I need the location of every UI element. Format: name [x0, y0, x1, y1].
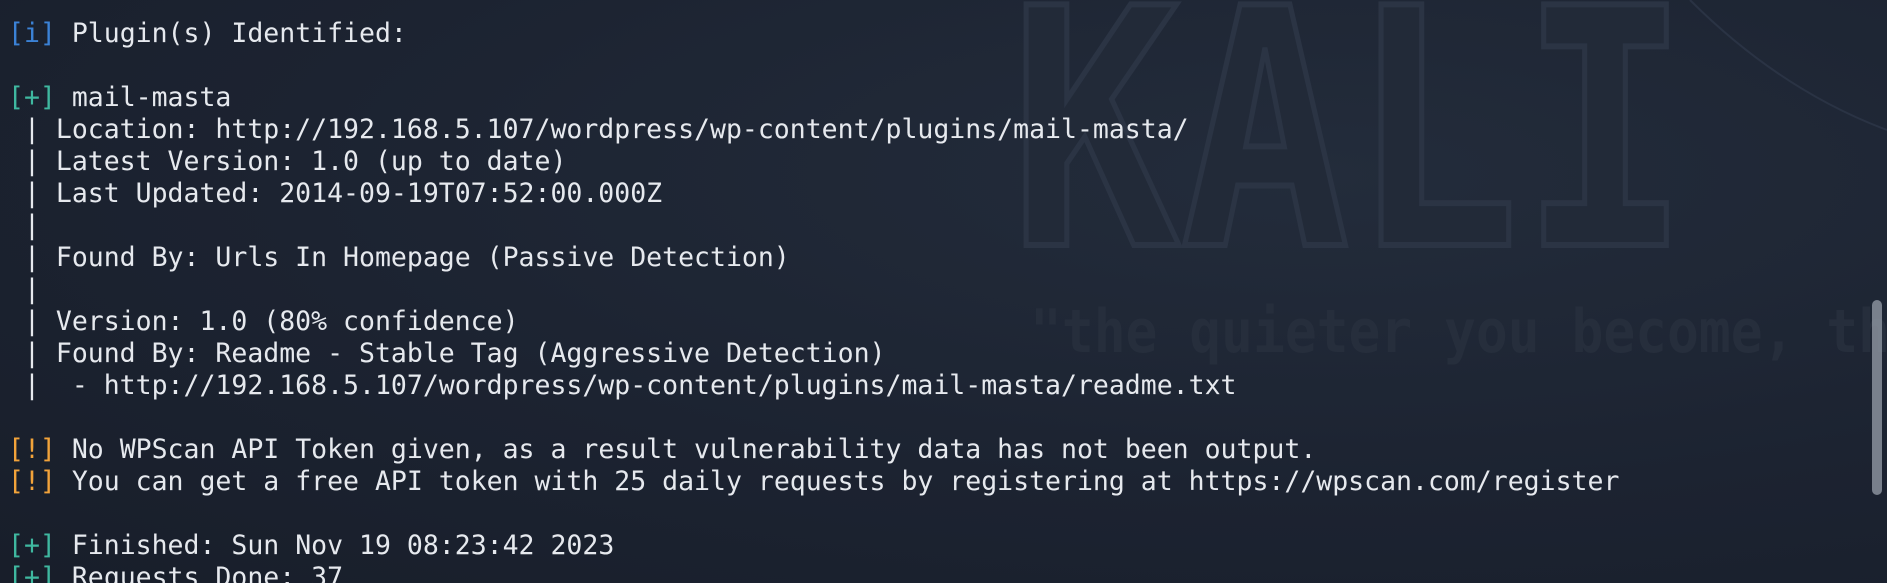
terminal-line-text: You can get a free API token with 25 dai… [55, 466, 1620, 497]
terminal-line-text: | Found By: Urls In Homepage (Passive De… [8, 242, 790, 273]
terminal-line: | Latest Version: 1.0 (up to date) [8, 146, 1619, 178]
status-tag-warn: [!] [8, 466, 56, 497]
terminal-line-text: Finished: Sun Nov 19 08:23:42 2023 [55, 530, 615, 561]
terminal-line-text: Plugin(s) Identified: [55, 18, 407, 49]
terminal-line-text: Requests Done: 37 [55, 562, 344, 583]
status-tag-plus: [+] [8, 82, 56, 113]
status-tag-plus: [+] [8, 562, 56, 583]
terminal-line: [+] Requests Done: 37 [8, 562, 1619, 583]
terminal-line-text: | Version: 1.0 (80% confidence) [8, 306, 519, 337]
terminal-line: | Found By: Readme - Stable Tag (Aggress… [8, 338, 1619, 370]
terminal-line: | - http://192.168.5.107/wordpress/wp-co… [8, 370, 1619, 402]
terminal-line: | [8, 210, 1619, 242]
terminal-line-text: | - http://192.168.5.107/wordpress/wp-co… [8, 370, 1237, 401]
terminal-line: | Location: http://192.168.5.107/wordpre… [8, 114, 1619, 146]
scrollbar-thumb[interactable] [1872, 300, 1882, 495]
terminal-line: [!] You can get a free API token with 25… [8, 466, 1619, 498]
terminal-window[interactable]: KALI L "the quieter you become, th [i] P… [0, 0, 1887, 583]
terminal-line: | Last Updated: 2014-09-19T07:52:00.000Z [8, 178, 1619, 210]
terminal-line-text: | [8, 274, 40, 305]
terminal-line-text: | Last Updated: 2014-09-19T07:52:00.000Z [8, 178, 663, 209]
status-tag-warn: [!] [8, 434, 56, 465]
terminal-line-text: mail-masta [55, 82, 232, 113]
terminal-output[interactable]: [i] Plugin(s) Identified: [+] mail-masta … [8, 18, 1619, 583]
terminal-line-text: | Location: http://192.168.5.107/wordpre… [8, 114, 1189, 145]
terminal-line: [!] No WPScan API Token given, as a resu… [8, 434, 1619, 466]
terminal-line: | Version: 1.0 (80% confidence) [8, 306, 1619, 338]
terminal-line-text: | [8, 210, 40, 241]
terminal-line: | [8, 274, 1619, 306]
terminal-line: [+] mail-masta [8, 82, 1619, 114]
status-tag-info: [i] [8, 18, 56, 49]
terminal-line: | Found By: Urls In Homepage (Passive De… [8, 242, 1619, 274]
terminal-line-text: | Latest Version: 1.0 (up to date) [8, 146, 567, 177]
terminal-line-text: | Found By: Readme - Stable Tag (Aggress… [8, 338, 886, 369]
status-tag-plus: [+] [8, 530, 56, 561]
scrollbar[interactable] [1872, 0, 1885, 583]
terminal-line: [i] Plugin(s) Identified: [8, 18, 1619, 50]
terminal-line: [+] Finished: Sun Nov 19 08:23:42 2023 [8, 530, 1619, 562]
terminal-line-text: No WPScan API Token given, as a result v… [55, 434, 1317, 465]
